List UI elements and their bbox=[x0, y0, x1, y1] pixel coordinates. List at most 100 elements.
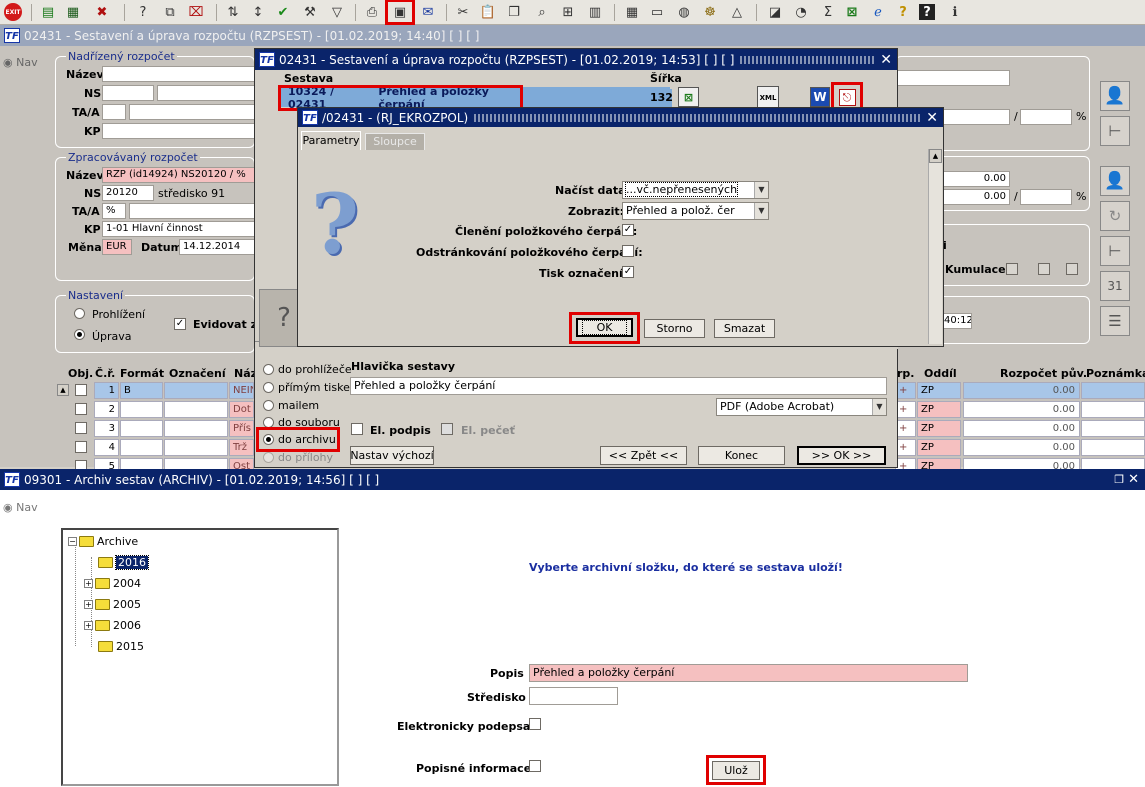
row-cr[interactable]: 3 bbox=[94, 420, 119, 437]
tab-sloupce[interactable]: Sloupce bbox=[365, 133, 425, 150]
row-poznamka[interactable] bbox=[1081, 401, 1145, 418]
zprac-ns-input[interactable]: 20120 bbox=[102, 185, 154, 201]
zprac-mena-input[interactable]: EUR bbox=[102, 239, 132, 255]
row-poznamka[interactable] bbox=[1081, 382, 1145, 399]
row-obj-checkbox[interactable] bbox=[75, 422, 87, 434]
triangle-icon[interactable]: △ bbox=[727, 2, 747, 22]
person-icon[interactable]: 👤 bbox=[1100, 81, 1130, 111]
row-nazev[interactable]: Trž bbox=[229, 439, 254, 456]
archive-nav-button[interactable]: ◉ Nav bbox=[3, 501, 38, 514]
tools-icon[interactable]: ⚒ bbox=[300, 2, 320, 22]
tree-item-2006[interactable]: +2006 bbox=[84, 619, 141, 632]
el-podepsat-checkbox[interactable] bbox=[529, 718, 541, 730]
confirm-icon[interactable]: ✔ bbox=[273, 2, 293, 22]
row-oznaceni[interactable] bbox=[164, 439, 228, 456]
row-oddil[interactable]: ZP bbox=[917, 401, 961, 418]
sort-desc-icon[interactable]: ↕ bbox=[248, 2, 268, 22]
row-obj-checkbox[interactable] bbox=[75, 403, 87, 415]
right-input-d[interactable] bbox=[1020, 189, 1072, 205]
el-podpis-checkbox[interactable] bbox=[351, 423, 363, 435]
row-oznaceni[interactable] bbox=[164, 420, 228, 437]
right-input-a[interactable] bbox=[895, 70, 1010, 86]
row-oddil[interactable]: ZP bbox=[917, 420, 961, 437]
el-pecet-checkbox[interactable] bbox=[441, 423, 453, 435]
paste-icon[interactable]: 📋 bbox=[478, 2, 498, 22]
smazat-button[interactable]: Smazat bbox=[714, 319, 775, 338]
hlavicka-input[interactable]: Přehled a položky čerpání bbox=[350, 377, 887, 395]
evidovat-checkbox[interactable]: ✓ bbox=[174, 318, 186, 330]
chart-icon[interactable]: ◪ bbox=[765, 2, 785, 22]
exit-button[interactable]: EXIT bbox=[3, 2, 23, 22]
ie-icon[interactable]: ℯ bbox=[868, 2, 888, 22]
kumulace-checkbox-1[interactable] bbox=[1006, 263, 1018, 275]
find-icon[interactable]: ⌕ bbox=[532, 2, 552, 22]
param-close-button[interactable]: ✕ bbox=[926, 110, 938, 126]
filter-icon[interactable]: ▽ bbox=[327, 2, 347, 22]
info-icon[interactable]: ℹ bbox=[945, 2, 965, 22]
popis-input[interactable]: Přehled a položky čerpání bbox=[529, 664, 968, 682]
odstrankovani-checkbox[interactable] bbox=[622, 245, 634, 257]
row-rp[interactable]: + bbox=[895, 382, 916, 399]
ok-button[interactable]: OK bbox=[576, 318, 633, 337]
nastav-vychozi-button[interactable]: Nastav výchozí bbox=[350, 446, 434, 465]
report-print-button[interactable]: ▣ bbox=[385, 0, 415, 25]
popisne-checkbox[interactable] bbox=[529, 760, 541, 772]
stredisko-input[interactable] bbox=[529, 687, 618, 705]
param-scrollbar[interactable]: ▲ bbox=[928, 149, 942, 344]
konec-button[interactable]: Konec bbox=[698, 446, 785, 465]
time-field[interactable]: 40:12 bbox=[940, 313, 972, 329]
calculator-icon[interactable]: ▦ bbox=[622, 2, 642, 22]
print-delete-icon[interactable]: ⌧ bbox=[186, 2, 206, 22]
scroll-up-icon[interactable]: ▲ bbox=[57, 384, 69, 396]
row-poznamka[interactable] bbox=[1081, 439, 1145, 456]
cut-icon[interactable]: ✂ bbox=[453, 2, 473, 22]
row-format[interactable] bbox=[120, 401, 163, 418]
row-cr[interactable]: 4 bbox=[94, 439, 119, 456]
row-rp[interactable]: + bbox=[895, 401, 916, 418]
nadrizeny-ns-input[interactable] bbox=[102, 85, 154, 101]
row-nazev[interactable]: Dot bbox=[229, 401, 254, 418]
archive-close-button[interactable]: ✕ bbox=[1128, 472, 1139, 487]
row-oznaceni[interactable] bbox=[164, 382, 228, 399]
kumulace-checkbox-2[interactable] bbox=[1038, 263, 1050, 275]
globe-icon[interactable]: ◍ bbox=[674, 2, 694, 22]
archive-tree[interactable]: − Archive 2016 +2004 +2005 +2006 2015 bbox=[61, 528, 339, 786]
cleneni-checkbox[interactable]: ✓ bbox=[622, 224, 634, 236]
row-oddil[interactable]: ZP bbox=[917, 382, 961, 399]
uloz-button[interactable]: Ulož bbox=[712, 761, 760, 780]
clock-icon[interactable]: ◔ bbox=[791, 2, 811, 22]
zpet-button[interactable]: << Zpět << bbox=[600, 446, 687, 465]
tree-item-2005[interactable]: +2005 bbox=[84, 598, 141, 611]
sort-icon[interactable]: ⇅ bbox=[223, 2, 243, 22]
query-icon[interactable]: ? bbox=[133, 2, 153, 22]
row-format[interactable] bbox=[120, 439, 163, 456]
nadrizeny-kp-input[interactable] bbox=[102, 123, 255, 139]
find-next-icon[interactable]: ⊞ bbox=[558, 2, 578, 22]
nacist-select[interactable]: ...vč.nepřenesených ▼ bbox=[622, 181, 769, 199]
row-cr[interactable]: 2 bbox=[94, 401, 119, 418]
add-record-icon[interactable]: ▤ bbox=[38, 2, 58, 22]
zobrazit-select[interactable]: Přehled a polož. čer ▼ bbox=[622, 202, 769, 220]
excel-icon[interactable]: ⊠ bbox=[842, 2, 862, 22]
restore-button[interactable]: ❐ bbox=[1114, 473, 1124, 486]
nav-button[interactable]: ◉ Nav bbox=[3, 56, 38, 69]
row-oznaceni[interactable] bbox=[164, 401, 228, 418]
row-obj-checkbox[interactable] bbox=[75, 384, 87, 396]
zprac-taa-input[interactable]: % bbox=[102, 203, 126, 219]
row-obj-checkbox[interactable] bbox=[75, 441, 87, 453]
zprac-datum-input[interactable]: 14.12.2014 bbox=[179, 239, 255, 255]
context-help-icon[interactable]: ? bbox=[919, 4, 935, 20]
row-rp[interactable]: + bbox=[895, 420, 916, 437]
mail-icon[interactable]: ✉ bbox=[418, 2, 438, 22]
row-rozpocet[interactable]: 0.00 bbox=[963, 420, 1080, 437]
refresh-icon[interactable]: ↻ bbox=[1100, 201, 1130, 231]
tree-2-icon[interactable]: ⊢ bbox=[1100, 236, 1130, 266]
tree-root[interactable]: − Archive bbox=[68, 535, 138, 548]
list-icon[interactable]: ☰ bbox=[1100, 306, 1130, 336]
edit-record-icon[interactable]: ▦ bbox=[63, 2, 83, 22]
ok-next-button[interactable]: >> OK >> bbox=[797, 446, 886, 465]
row-format[interactable]: B bbox=[120, 382, 163, 399]
out-priloha-radio[interactable] bbox=[263, 452, 274, 463]
kumulace-checkbox-3[interactable] bbox=[1066, 263, 1078, 275]
tisk-checkbox[interactable]: ✓ bbox=[622, 266, 634, 278]
